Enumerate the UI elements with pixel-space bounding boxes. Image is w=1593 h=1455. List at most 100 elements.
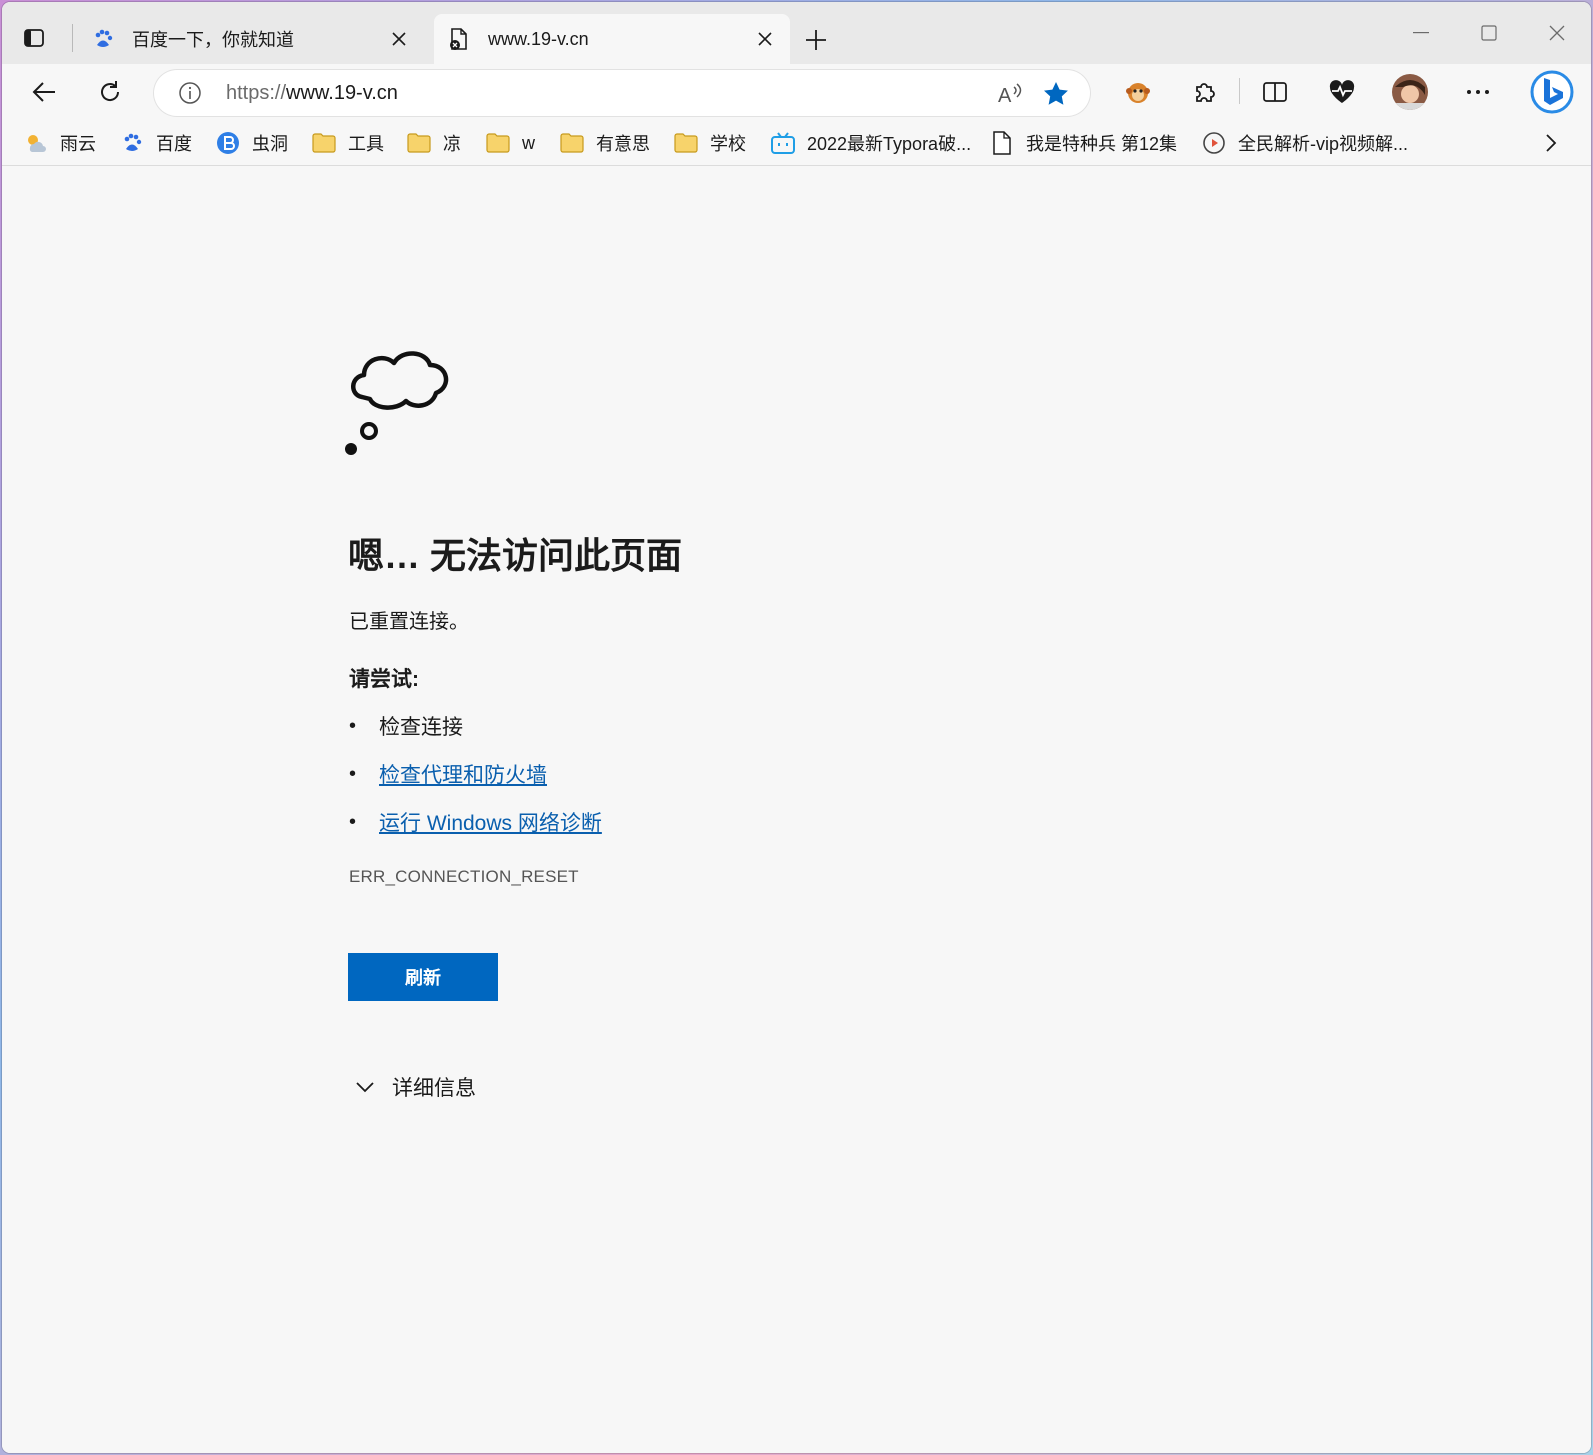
monkey-extension-icon xyxy=(1126,83,1150,103)
close-icon xyxy=(392,32,406,46)
bookmark-label: 虫洞 xyxy=(252,134,288,154)
bookmark-folder-liang[interactable]: 凉 xyxy=(407,128,461,158)
windows-network-diagnostics-link[interactable]: 运行 Windows 网络诊断 xyxy=(379,807,602,837)
try-heading: 请尝试: xyxy=(349,668,419,691)
suggestion-text: 检查连接 xyxy=(379,716,463,739)
split-screen-button[interactable] xyxy=(1257,74,1293,110)
chevron-right-icon xyxy=(1546,134,1557,152)
tab-bar: 百度一下，你就知道 www.19-v.cn xyxy=(2,2,1591,64)
tab-separator xyxy=(72,24,73,52)
bookmark-label: 有意思 xyxy=(596,134,650,154)
new-tab-button[interactable] xyxy=(800,24,832,56)
tab-close-button[interactable] xyxy=(384,24,414,54)
bilibili-icon xyxy=(771,131,795,155)
bing-icon xyxy=(1530,70,1574,114)
weather-icon xyxy=(24,131,48,155)
baidu-paw-icon xyxy=(92,28,114,50)
settings-more-button[interactable] xyxy=(1460,74,1496,110)
bookmark-label: 全民解析-vip视频解... xyxy=(1238,134,1409,154)
tab-baidu[interactable]: 百度一下，你就知道 xyxy=(78,14,424,64)
bookmark-label: 工具 xyxy=(348,134,384,154)
bookmark-typora[interactable]: 2022最新Typora破... xyxy=(771,128,971,158)
bookmark-label: 雨云 xyxy=(60,134,96,154)
play-circle-icon xyxy=(1202,131,1226,155)
split-screen-icon xyxy=(1263,82,1287,102)
tab-title: www.19-v.cn xyxy=(488,28,589,49)
bullet: • xyxy=(349,762,357,785)
thought-cloud-icon xyxy=(345,351,449,455)
bookmark-folder-school[interactable]: 学校 xyxy=(674,128,746,158)
maximize-button[interactable] xyxy=(1466,16,1512,50)
close-icon xyxy=(758,32,772,46)
bookmark-label: 我是特种兵 第12集 xyxy=(1026,134,1178,154)
error-subtitle: 已重置连接。 xyxy=(349,611,469,633)
bookmark-tezhongbing[interactable]: 我是特种兵 第12集 xyxy=(990,128,1177,158)
close-icon xyxy=(1549,25,1565,41)
bookmark-label: w xyxy=(522,132,535,153)
extensions-button[interactable] xyxy=(1186,74,1222,110)
profile-button[interactable] xyxy=(1390,72,1430,112)
info-icon[interactable] xyxy=(178,81,202,105)
refresh-button[interactable]: 刷新 xyxy=(348,953,498,1001)
more-dots-icon xyxy=(1467,90,1489,94)
wormhole-icon xyxy=(216,131,240,155)
folder-icon xyxy=(560,131,584,155)
avatar xyxy=(1392,74,1428,110)
url-text[interactable]: https://www.19-v.cn xyxy=(226,82,398,105)
maximize-icon xyxy=(1481,25,1497,41)
reload-icon xyxy=(101,81,120,101)
bookmark-chongdong[interactable]: 虫洞 xyxy=(216,128,288,158)
tab-actions-button[interactable] xyxy=(20,24,48,52)
tab-title: 百度一下，你就知道 xyxy=(132,30,294,50)
bookmark-label: 百度 xyxy=(156,134,192,154)
details-toggle[interactable]: 详细信息 xyxy=(352,1072,476,1102)
read-aloud-icon[interactable]: A xyxy=(994,78,1026,110)
bookmark-folder-tools[interactable]: 工具 xyxy=(312,128,384,158)
bookmarks-bar: 雨云 百度 虫洞 工具 凉 w 有意思 学校 2022最新Typora破... … xyxy=(2,120,1591,166)
minimize-button[interactable] xyxy=(1398,16,1444,50)
browser-essentials-button[interactable] xyxy=(1324,74,1360,110)
svg-text:A: A xyxy=(998,85,1012,107)
bookmark-quanmin[interactable]: 全民解析-vip视频解... xyxy=(1202,128,1408,158)
bing-copilot-button[interactable] xyxy=(1528,68,1576,116)
address-bar[interactable]: https://www.19-v.cn A xyxy=(154,70,1090,116)
bookmark-folder-w[interactable]: w xyxy=(486,128,535,158)
tab-close-button[interactable] xyxy=(750,24,780,54)
baidu-paw-icon xyxy=(120,131,144,155)
close-window-button[interactable] xyxy=(1534,16,1580,50)
back-button[interactable] xyxy=(26,74,62,110)
bullet: • xyxy=(349,714,357,737)
bookmark-label: 2022最新Typora破... xyxy=(807,134,972,154)
chevron-down-icon xyxy=(352,1074,378,1100)
document-icon xyxy=(990,131,1014,155)
heart-pulse-icon xyxy=(1329,80,1355,103)
suggestion-item: • 检查代理和防火墙 xyxy=(349,759,547,789)
folder-icon xyxy=(312,131,336,155)
url-host: www.19-v.cn xyxy=(286,82,398,104)
bookmarks-overflow-button[interactable] xyxy=(1536,128,1566,158)
check-proxy-firewall-link[interactable]: 检查代理和防火墙 xyxy=(379,759,547,789)
browser-window: 百度一下，你就知道 www.19-v.cn https://www.19-v.c… xyxy=(2,2,1591,1453)
folder-icon xyxy=(674,131,698,155)
suggestion-item: • 检查连接 xyxy=(349,711,463,741)
extension-monkey-button[interactable] xyxy=(1120,74,1156,110)
puzzle-icon xyxy=(1196,83,1215,102)
bookmark-label: 凉 xyxy=(443,134,461,154)
bullet: • xyxy=(349,810,357,833)
toolbar-separator xyxy=(1239,78,1240,104)
minimize-icon xyxy=(1413,32,1429,34)
error-page: 嗯… 无法访问此页面 已重置连接。 请尝试: • 检查连接 • 检查代理和防火墙… xyxy=(2,167,1591,1453)
reload-button[interactable] xyxy=(92,74,128,110)
folder-icon xyxy=(486,131,510,155)
bookmark-yuyun[interactable]: 雨云 xyxy=(24,128,96,158)
bookmark-baidu[interactable]: 百度 xyxy=(120,128,192,158)
error-code: ERR_CONNECTION_RESET xyxy=(349,867,579,886)
tab-actions-icon xyxy=(24,29,44,47)
bookmark-folder-youyisi[interactable]: 有意思 xyxy=(560,128,650,158)
navigation-toolbar: https://www.19-v.cn A xyxy=(2,64,1591,120)
folder-icon xyxy=(407,131,431,155)
bookmark-label: 学校 xyxy=(710,134,746,154)
suggestion-item: • 运行 Windows 网络诊断 xyxy=(349,807,602,837)
favorite-star-icon[interactable] xyxy=(1040,78,1072,110)
tab-active[interactable]: www.19-v.cn xyxy=(434,14,790,64)
